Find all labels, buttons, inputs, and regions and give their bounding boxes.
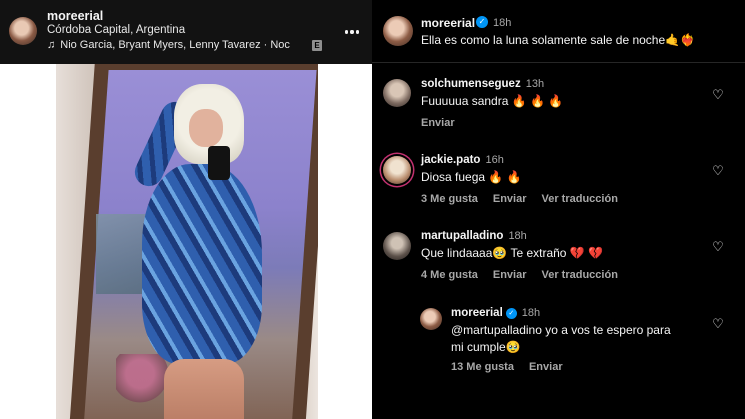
comment-header: jackie.pato 16h [421,154,504,166]
caption-text: Ella es como la luna solamente sale de n… [421,33,696,47]
avatar[interactable] [420,308,442,330]
comment-text-line: mi cumple🥹 [451,340,521,354]
caption-time: 18h [493,17,512,29]
post-username[interactable]: moreerial [47,9,103,23]
heart-icon[interactable]: ♡ [711,240,725,254]
translate-button[interactable]: Ver traducción [542,193,618,205]
comment-text: Fuuuuua sandra 🔥 🔥 🔥 [421,94,564,108]
comment-actions: Enviar [421,117,455,129]
comment-header: martupalladino 18h [421,230,527,242]
send-button[interactable]: Enviar [421,117,455,129]
more-options-icon[interactable] [340,22,364,42]
avatar[interactable] [9,17,37,45]
translate-button[interactable]: Ver traducción [542,269,618,281]
explicit-badge: E [312,40,322,51]
heart-icon[interactable]: ♡ [711,317,725,331]
figure-legs [164,359,244,419]
comment-text: Que lindaaaa🥹 Te extraño 💔 💔 [421,246,604,260]
comment-time: 16h [485,154,504,166]
figure-face [189,109,223,147]
verified-icon: ✓ [505,308,517,319]
post-panel: moreerial Córdoba Capital, Argentina ♫ N… [0,0,372,419]
comment-text-line: @martupalladino yo a vos te espero para [451,323,671,337]
comment-time: 18h [521,307,541,319]
likes-count[interactable]: 13 Me gusta [451,361,514,373]
comment-username[interactable]: moreerial [451,307,503,319]
verified-icon: ✓ [476,16,488,28]
post-image[interactable] [0,64,372,419]
comment-actions: 13 Me gusta Enviar [451,361,563,373]
heart-icon[interactable]: ♡ [711,88,725,102]
comment-text: @martupalladino yo a vos te espero para … [451,322,671,356]
music-note-icon: ♫ [47,39,56,51]
comment-time: 13h [525,78,545,90]
comment-username[interactable]: martupalladino [421,230,503,242]
comments-panel: moreerial ✓ 18h Ella es como la luna sol… [372,0,745,419]
comment-username[interactable]: solchumenseguez [421,78,521,90]
likes-count[interactable]: 4 Me gusta [421,269,478,281]
likes-count[interactable]: 3 Me gusta [421,193,478,205]
send-button[interactable]: Enviar [493,269,527,281]
avatar[interactable] [383,232,411,260]
comment-header: moreerial ✓ 18h [451,307,540,319]
photo [56,64,318,419]
comment-actions: 4 Me gusta Enviar Ver traducción [421,269,618,281]
heart-icon[interactable]: ♡ [711,164,725,178]
figure-dress [142,164,262,364]
comment-username[interactable]: jackie.pato [421,154,480,166]
caption: moreerial ✓ 18h Ella es como la luna sol… [372,0,745,62]
send-button[interactable]: Enviar [529,361,563,373]
avatar[interactable] [383,156,411,184]
send-button[interactable]: Enviar [493,193,527,205]
avatar[interactable] [383,16,413,46]
post-music[interactable]: ♫ Nio Garcia, Bryant Myers, Lenny Tavare… [47,39,312,51]
phone [208,146,230,180]
comment-actions: 3 Me gusta Enviar Ver traducción [421,193,618,205]
post-location[interactable]: Córdoba Capital, Argentina [47,24,185,36]
avatar[interactable] [383,79,411,107]
comment-text: Diosa fuega 🔥 🔥 [421,170,522,184]
comment-time: 18h [508,230,527,242]
caption-username[interactable]: moreerial [421,16,475,30]
comment-header: solchumenseguez 13h [421,78,544,90]
music-text: Nio Garcia, Bryant Myers, Lenny Tavarez … [60,39,290,51]
post-header: moreerial Córdoba Capital, Argentina ♫ N… [0,0,372,64]
divider [372,62,745,63]
